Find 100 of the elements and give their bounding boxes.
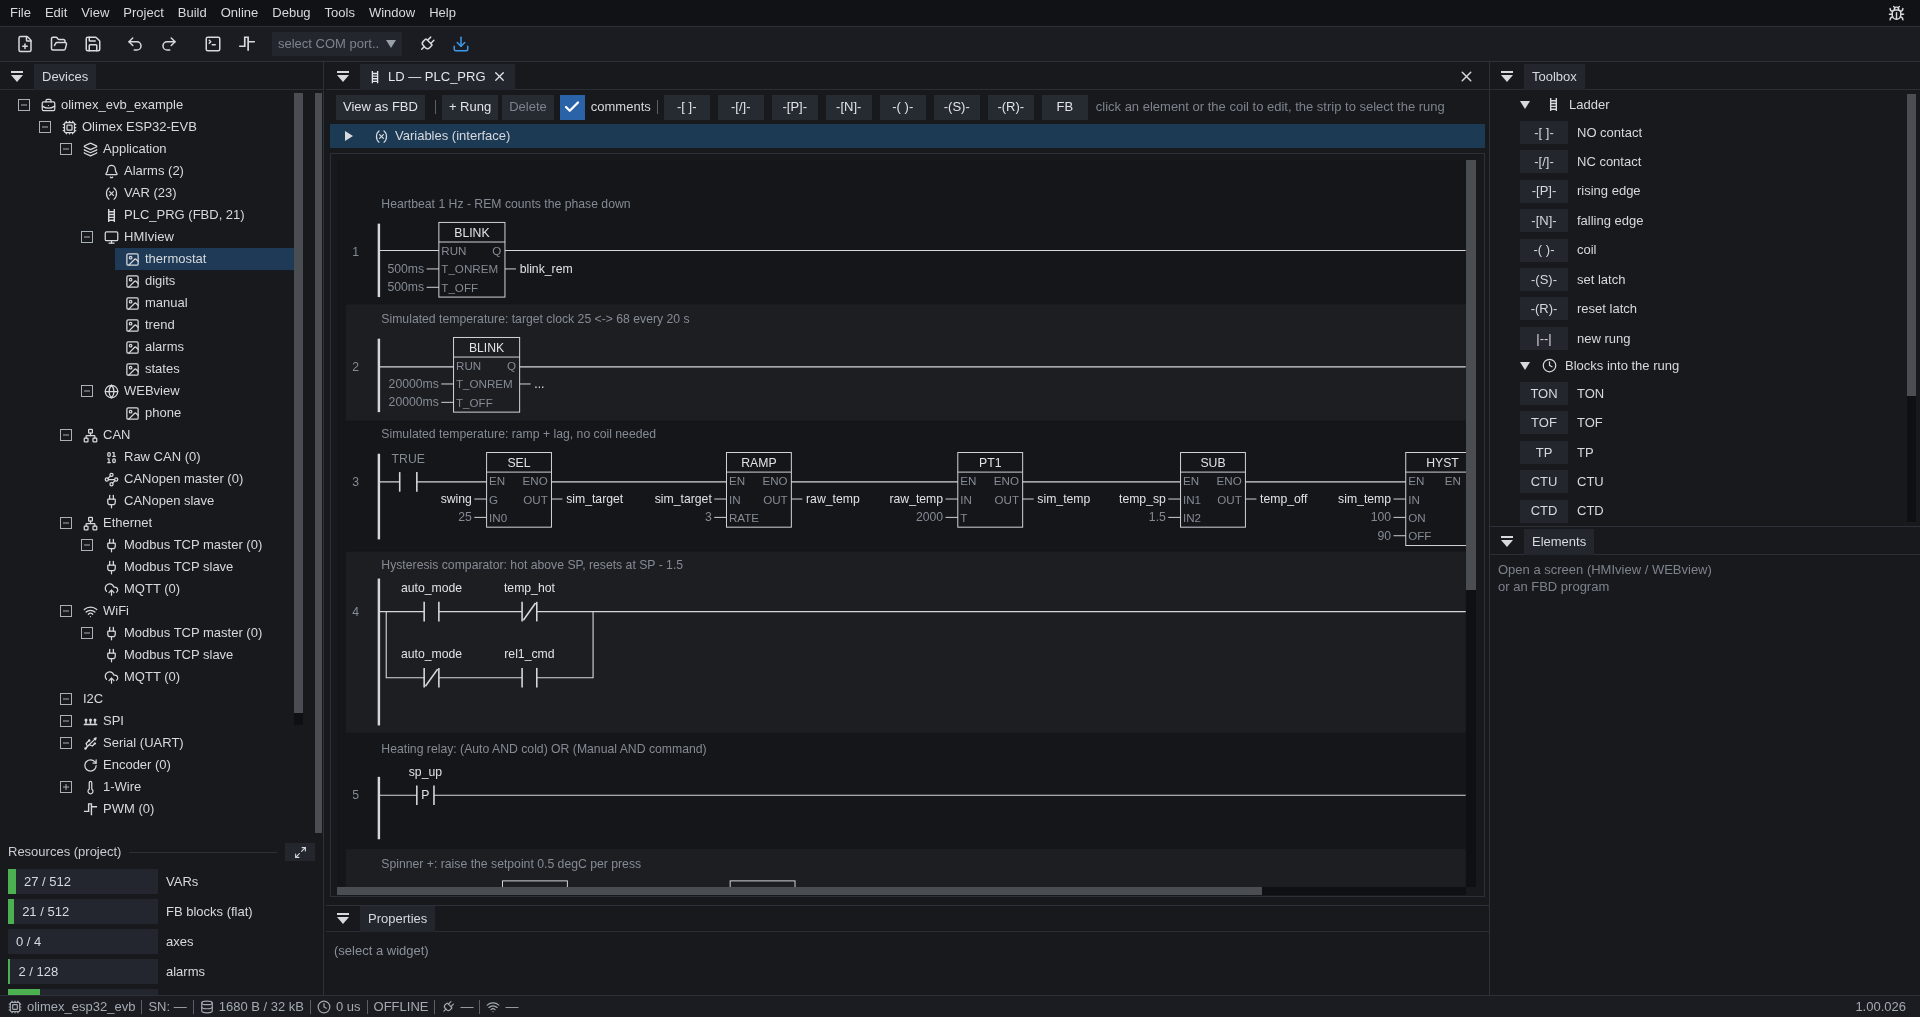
element-button[interactable]: FB xyxy=(1041,94,1088,120)
function-block[interactable]: PT1 EN ENO IN OUT T xyxy=(957,452,1024,528)
panel-menu-icon[interactable] xyxy=(1500,534,1514,549)
open-folder-icon[interactable] xyxy=(50,35,68,53)
tree-item[interactable]: digits xyxy=(115,270,294,292)
tree-item[interactable]: CAN xyxy=(73,424,294,446)
variables-bar[interactable]: Variables (interface) xyxy=(330,124,1485,148)
element-code[interactable]: TOF xyxy=(1520,411,1568,435)
element-label[interactable]: rising edge xyxy=(1577,181,1641,201)
tree-item[interactable]: Olimex ESP32-EVB xyxy=(52,116,294,138)
tree-item[interactable]: PWM (0) xyxy=(73,798,294,820)
collapse-toggle[interactable] xyxy=(39,121,51,133)
elements-tab[interactable]: Elements xyxy=(1524,528,1595,555)
tree-item[interactable]: phone xyxy=(115,402,294,424)
element-button[interactable]: -[ ]- xyxy=(663,94,710,120)
tree-item[interactable]: Alarms (2) xyxy=(94,160,294,182)
element-label[interactable]: reset latch xyxy=(1577,299,1637,319)
collapse-toggle[interactable] xyxy=(81,539,93,551)
contact-symbol[interactable]: P xyxy=(416,784,435,806)
tree-item[interactable]: CANopen slave xyxy=(94,490,294,512)
tree-item[interactable]: Modbus TCP master (0) xyxy=(94,534,294,556)
editor-tab[interactable]: LD — PLC_PRG xyxy=(360,63,515,90)
menu-item[interactable]: View xyxy=(74,3,117,23)
devices-tab[interactable]: Devices xyxy=(34,63,97,90)
element-code[interactable]: TON xyxy=(1520,381,1568,405)
collapse-toggle[interactable] xyxy=(60,143,72,155)
element-label[interactable]: falling edge xyxy=(1577,210,1644,231)
element-label[interactable]: new rung xyxy=(1577,328,1631,349)
element-code[interactable]: -(S)- xyxy=(1520,268,1568,291)
tree-item[interactable]: I2C xyxy=(73,688,294,710)
panel-menu-icon[interactable] xyxy=(336,911,350,926)
menu-item[interactable]: Debug xyxy=(265,3,318,23)
properties-tab[interactable]: Properties xyxy=(360,905,436,932)
collapse-toggle[interactable] xyxy=(81,385,93,397)
element-button[interactable]: -[P]- xyxy=(771,94,818,120)
tree-item[interactable]: HMIview xyxy=(94,226,294,248)
element-code[interactable]: CTU xyxy=(1520,470,1568,494)
element-button[interactable]: -[/]- xyxy=(717,94,764,120)
collapse-triangle-icon[interactable] xyxy=(1520,99,1530,110)
menu-item[interactable]: Build xyxy=(170,3,214,23)
tree-item[interactable]: thermostat xyxy=(115,248,294,270)
element-label[interactable]: coil xyxy=(1577,240,1597,260)
element-code[interactable]: -( )- xyxy=(1520,238,1568,262)
download-icon[interactable] xyxy=(452,35,470,53)
group-label[interactable]: Blocks into the rung xyxy=(1565,356,1680,376)
tree-item[interactable]: VAR (23) xyxy=(94,182,294,204)
menu-item[interactable]: Online xyxy=(213,3,266,23)
redo-icon[interactable] xyxy=(160,35,178,53)
scrollbar-thumb[interactable] xyxy=(315,93,322,833)
panel-menu-icon[interactable] xyxy=(336,69,350,84)
panel-menu-icon[interactable] xyxy=(10,69,24,84)
menu-item[interactable]: Project xyxy=(116,3,171,23)
expand-button[interactable] xyxy=(285,843,315,861)
tree-item[interactable]: Modbus TCP slave xyxy=(94,644,294,666)
collapse-toggle[interactable] xyxy=(60,693,72,705)
expand-toggle[interactable] xyxy=(60,781,72,793)
function-block[interactable]: BLINK RUN Q T_ONREM T_OFF xyxy=(438,221,506,298)
tree-item[interactable]: alarms xyxy=(115,336,294,358)
collapse-toggle[interactable] xyxy=(60,737,72,749)
expand-triangle-icon[interactable] xyxy=(344,131,354,141)
collapse-toggle[interactable] xyxy=(60,429,72,441)
tree-item[interactable]: Ethernet xyxy=(73,512,294,534)
scrollbar-thumb[interactable] xyxy=(294,93,303,713)
tree-item[interactable]: Encoder (0) xyxy=(73,754,294,776)
tree-item[interactable]: Serial (UART) xyxy=(73,732,294,754)
element-code[interactable]: -[/]- xyxy=(1520,150,1568,174)
function-block[interactable]: SUB EN ENO IN1 OUT IN2 xyxy=(1180,452,1246,528)
element-label[interactable]: set latch xyxy=(1577,269,1626,290)
collapse-toggle[interactable] xyxy=(60,517,72,529)
tree-item[interactable]: WiFi xyxy=(73,600,294,622)
menu-item[interactable]: Edit xyxy=(37,3,75,23)
comments-checkbox[interactable] xyxy=(559,94,585,120)
function-block[interactable]: HYST EN EN IN ON OFF xyxy=(1405,452,1466,546)
toolbox-tab[interactable]: Toolbox xyxy=(1524,63,1585,90)
collapse-toggle[interactable] xyxy=(81,627,93,639)
tree-item[interactable]: PLC_PRG (FBD, 21) xyxy=(94,204,294,226)
pulse-icon[interactable] xyxy=(238,35,256,53)
tree-item[interactable]: SPI xyxy=(73,710,294,732)
tree-item[interactable]: MQTT (0) xyxy=(94,578,294,600)
element-label[interactable]: CTU xyxy=(1577,472,1604,492)
element-label[interactable]: NC contact xyxy=(1577,151,1642,172)
port-select[interactable]: select COM port.. xyxy=(272,32,402,56)
menu-item[interactable]: Tools xyxy=(317,3,362,23)
element-button[interactable]: -(S)- xyxy=(933,94,980,120)
element-code[interactable]: -(R)- xyxy=(1520,297,1568,321)
element-label[interactable]: CTD xyxy=(1577,501,1604,521)
element-code[interactable]: -[ ]- xyxy=(1520,120,1568,144)
save-icon[interactable] xyxy=(84,35,102,53)
tree-item[interactable]: manual xyxy=(115,292,294,314)
terminal-icon[interactable] xyxy=(204,35,222,53)
function-block[interactable]: BLINK RUN Q T_ONREM T_OFF xyxy=(453,337,521,413)
group-label[interactable]: Ladder xyxy=(1569,95,1610,115)
element-button[interactable]: -(R)- xyxy=(987,94,1034,120)
tree-item[interactable]: trend xyxy=(115,314,294,336)
function-block[interactable]: SEL EN ENO G OUT IN0 xyxy=(486,452,552,528)
element-button[interactable]: -[N]- xyxy=(825,94,872,120)
scrollbar-thumb[interactable] xyxy=(1466,160,1476,590)
menu-item[interactable]: Window xyxy=(361,3,423,23)
panel-menu-icon[interactable] xyxy=(1500,69,1514,84)
collapse-triangle-icon[interactable] xyxy=(1520,360,1530,371)
